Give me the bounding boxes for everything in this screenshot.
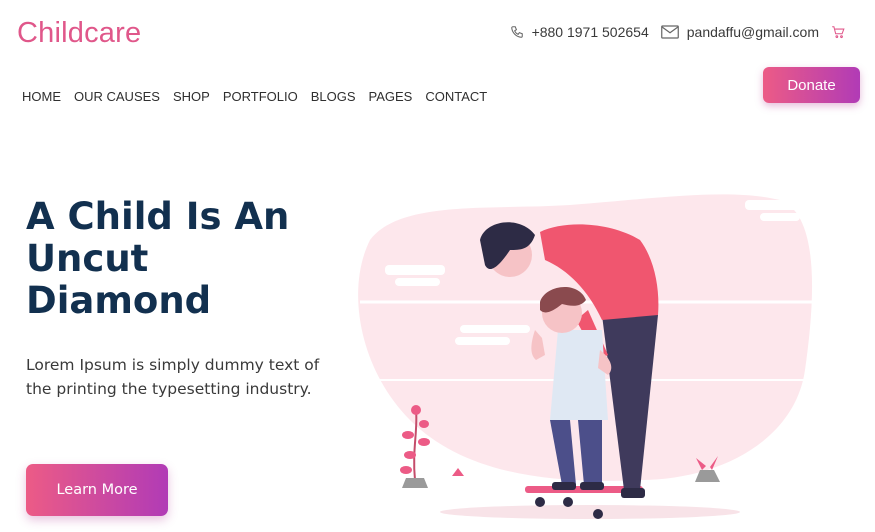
site-logo[interactable]: Childcare [17, 17, 141, 50]
nav-item-shop[interactable]: SHOP [173, 89, 210, 104]
hero-title-line-2: Uncut [26, 237, 149, 280]
email-address[interactable]: pandaffu@gmail.com [687, 24, 819, 40]
nav-item-our-causes[interactable]: OUR CAUSES [74, 89, 160, 104]
hero-title: A Child Is An Uncut Diamond [26, 196, 346, 322]
donate-button[interactable]: Donate [763, 67, 860, 103]
cart-icon[interactable] [831, 25, 845, 39]
phone-number[interactable]: +880 1971 502654 [532, 24, 649, 40]
small-flower-icon [452, 468, 464, 476]
hero-title-line-3: Diamond [26, 279, 212, 322]
mail-icon [660, 25, 679, 39]
main-nav: HOME OUR CAUSES SHOP PORTFOLIO BLOGS PAG… [22, 89, 487, 104]
nav-item-pages[interactable]: PAGES [369, 89, 413, 104]
hero-title-line-1: A Child Is An [26, 195, 290, 238]
nav-item-blogs[interactable]: BLOGS [311, 89, 356, 104]
hero-illustration [350, 194, 820, 519]
contact-bar: +880 1971 502654 pandaffu@gmail.com [510, 24, 853, 40]
phone-icon [510, 25, 524, 39]
learn-more-button[interactable]: Learn More [26, 464, 168, 516]
nav-item-contact[interactable]: CONTACT [425, 89, 487, 104]
nav-item-portfolio[interactable]: PORTFOLIO [223, 89, 298, 104]
hero-description: Lorem Ipsum is simply dummy text of the … [26, 356, 320, 398]
nav-item-home[interactable]: HOME [22, 89, 61, 104]
